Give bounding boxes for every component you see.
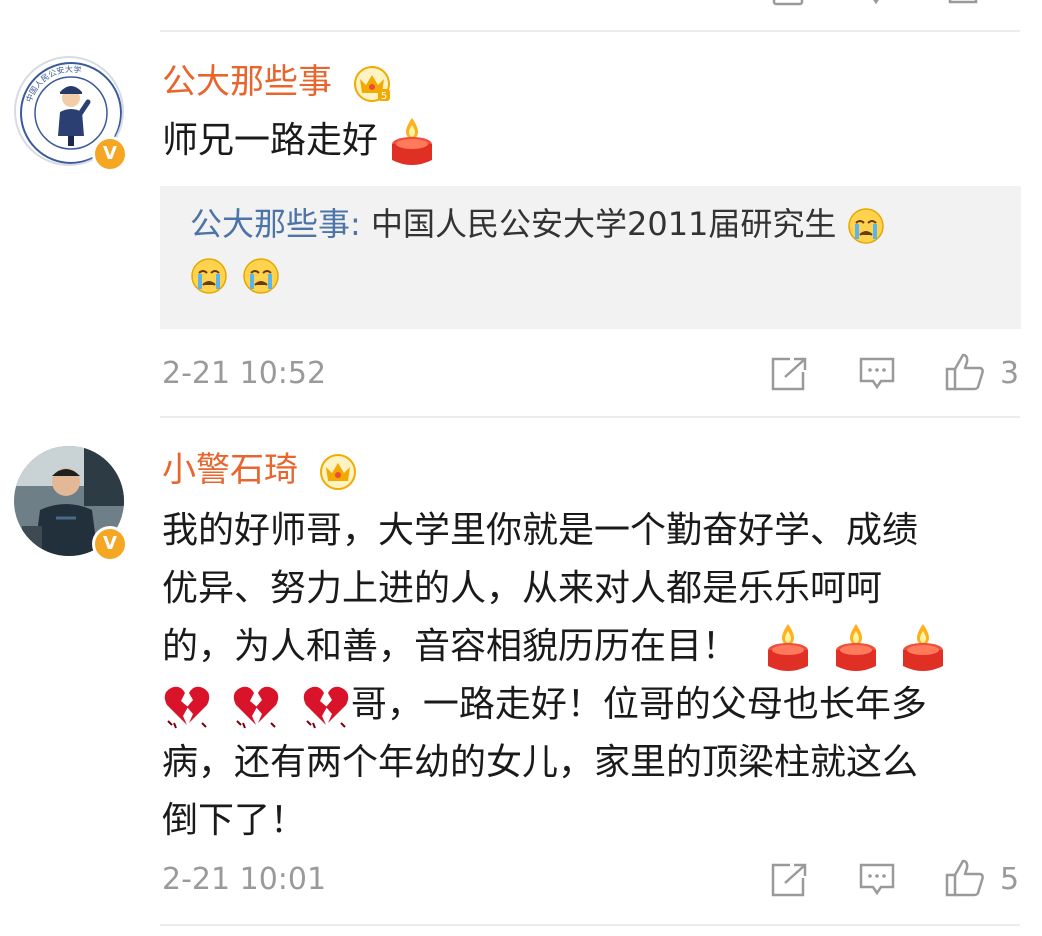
comment-icon[interactable] xyxy=(858,862,896,898)
comment-icon[interactable] xyxy=(858,356,896,392)
broken-heart-icon xyxy=(164,686,210,729)
divider xyxy=(160,30,1020,32)
comment-timestamp: 2-21 10:52 xyxy=(162,356,327,391)
text-line: 病，还有两个年幼的女儿，家里的顶梁柱就这么 xyxy=(162,742,919,783)
comment-text: 师兄一路走好 xyxy=(162,112,435,170)
candle-icon xyxy=(903,624,944,671)
candle-icon xyxy=(835,624,876,671)
candle-icon xyxy=(768,624,809,671)
reply-text: 中国人民公安大学2011届研究生 xyxy=(360,205,837,243)
thumbs-up-icon[interactable] xyxy=(944,858,986,898)
comment-icon[interactable] xyxy=(860,0,894,8)
divider xyxy=(160,416,1020,418)
share-icon[interactable] xyxy=(770,862,808,898)
candle-icon xyxy=(392,118,433,165)
reply-line-2 xyxy=(190,250,991,298)
reply-username[interactable]: 公大那些事: xyxy=(190,205,361,243)
text-line: 我的好师哥，大学里你就是一个勤奋好学、成绩 xyxy=(162,510,919,551)
thumbs-up-icon[interactable] xyxy=(944,352,986,392)
comment-timestamp: 2-21 10:01 xyxy=(162,862,327,897)
share-icon[interactable] xyxy=(772,0,806,8)
crying-face-icon xyxy=(191,258,227,294)
crown-level-icon: 5 xyxy=(353,65,390,102)
divider xyxy=(160,924,1020,926)
svg-text:5: 5 xyxy=(381,91,387,102)
text-line: 倒下了！ xyxy=(162,800,307,841)
text-line-with-emoji: 哥，一路走好！位哥的父母也长年多 xyxy=(162,676,1022,734)
broken-heart-icon xyxy=(234,686,279,729)
verified-v-icon: V xyxy=(92,136,128,172)
comment-username[interactable]: 公大那些事 5 xyxy=(162,62,391,103)
crown-level-icon xyxy=(319,453,356,490)
like-count: 5 xyxy=(1000,862,1020,897)
share-icon[interactable] xyxy=(770,356,808,392)
like-count: 3 xyxy=(1000,356,1020,391)
crying-face-icon xyxy=(243,258,279,294)
comment-username[interactable]: 小警石琦 xyxy=(162,450,357,491)
reply-box[interactable]: 公大那些事: 中国人民公安大学2011届研究生 xyxy=(160,186,1021,329)
crying-face-icon xyxy=(847,208,884,244)
text-line: 优异、努力上进的人，从来对人都是乐乐呵呵 xyxy=(162,568,883,609)
broken-heart-icon xyxy=(303,686,349,729)
reply-line: 公大那些事: 中国人民公安大学2011届研究生 xyxy=(190,200,991,248)
comment-text: 我的好师哥，大学里你就是一个勤奋好学、成绩 优异、努力上进的人，从来对人都是乐乐… xyxy=(162,502,1022,850)
text-line-with-emoji: 的，为人和善，音容相貌历历在目！ xyxy=(162,618,1022,676)
thumbs-up-icon[interactable] xyxy=(946,0,980,8)
verified-v-icon: V xyxy=(92,526,128,562)
